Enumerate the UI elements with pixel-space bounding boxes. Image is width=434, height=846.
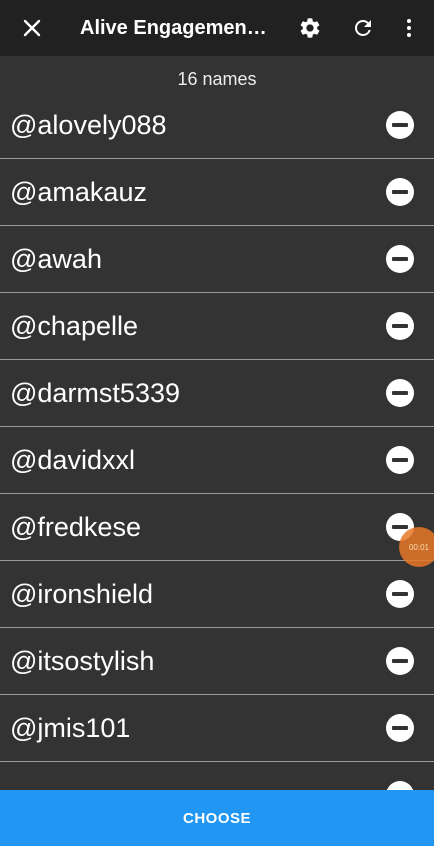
remove-icon[interactable] [386,111,414,139]
remove-icon[interactable] [386,178,414,206]
list-item-name: @fredkese [10,512,141,542]
app-bar: Alive Engagement Giveaway [0,0,434,56]
list-item: @alovely088 [0,92,434,159]
names-list: @alovely088 @amakauz @awah @chapelle @da… [0,92,434,829]
list-item: @ironshield [0,561,434,628]
touch-indicator: 00:01 [399,527,434,567]
remove-icon[interactable] [386,714,414,742]
choose-button[interactable]: CHOOSE [0,790,434,846]
remove-icon[interactable] [386,245,414,273]
list-item-name: @chapelle [10,311,138,341]
settings-button[interactable] [292,10,328,46]
list-item-name: @awah [10,244,102,274]
refresh-icon [355,20,371,36]
list-item: @itsostylish [0,628,434,695]
remove-icon[interactable] [386,379,414,407]
list-item: @chapelle [0,293,434,360]
more-vert-icon [407,19,411,37]
remove-icon[interactable] [386,312,414,340]
refresh-button[interactable] [345,10,381,46]
list-item: @amakauz [0,159,434,226]
list-item-name: @itsostylish [10,646,155,676]
remove-icon[interactable] [386,446,414,474]
list-item-name: @ironshield [10,579,153,609]
remove-icon[interactable] [386,647,414,675]
page-title: Alive Engagement Giveaway [80,17,270,39]
close-button[interactable] [14,10,50,46]
list-item-name: @jmis101 [10,713,131,743]
list-item-name: @darmst5339 [10,378,180,408]
list-item: @awah [0,226,434,293]
list-item: @darmst5339 [0,360,434,427]
list-item: @davidxxl [0,427,434,494]
list-item: @jmis101 [0,695,434,762]
list-item: @fredkese [0,494,434,561]
list-item-name: @amakauz [10,177,147,207]
more-options-button[interactable] [391,10,427,46]
list-item-name: @davidxxl [10,445,135,475]
close-icon [23,19,41,37]
list-item-name: @alovely088 [10,110,167,140]
remove-icon[interactable] [386,580,414,608]
settings-icon [300,18,320,38]
